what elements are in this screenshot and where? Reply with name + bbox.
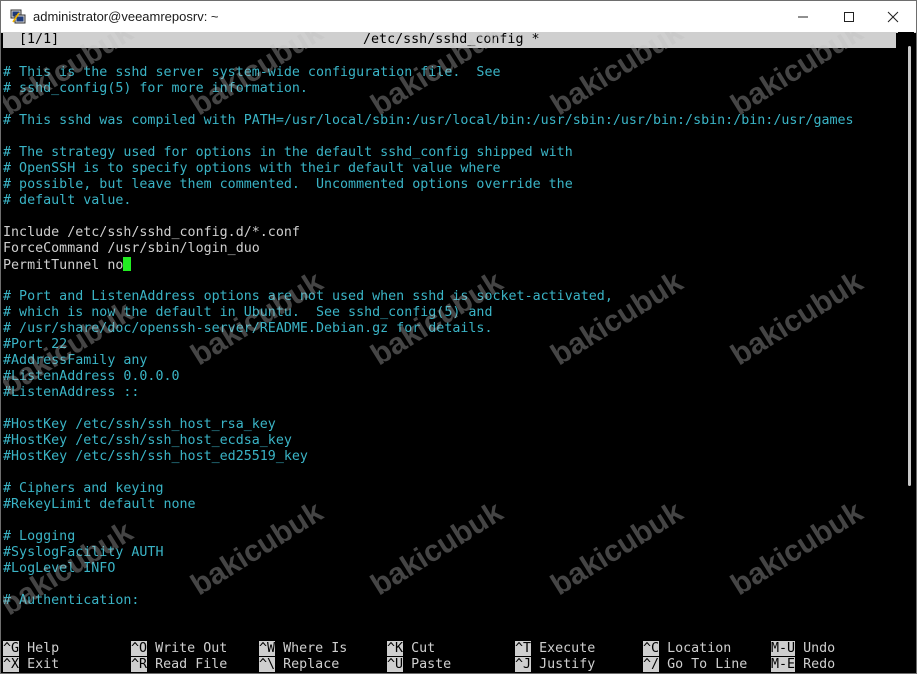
shortcut-label: Undo: [795, 641, 836, 656]
shortcut-item[interactable]: M-U Undo: [771, 641, 835, 657]
watermark: bakicubuk: [545, 495, 689, 602]
shortcut-key: ^J: [515, 657, 532, 672]
editor-line: #SyslogFacility AUTH: [3, 545, 164, 560]
shortcut-item[interactable]: ^\ Replace: [259, 657, 339, 673]
minimize-button[interactable]: [780, 1, 826, 32]
editor-line: #HostKey /etc/ssh/ssh_host_ed25519_key: [3, 449, 308, 464]
shortcut-key: M-U: [771, 641, 796, 656]
shortcut-item[interactable]: ^W Where Is: [259, 641, 347, 657]
editor-line: ForceCommand /usr/sbin/login_duo: [3, 241, 260, 256]
editor-line: #HostKey /etc/ssh/ssh_host_rsa_key: [3, 417, 276, 432]
shortcut-key: M-E: [771, 657, 796, 672]
watermark: bakicubuk: [545, 265, 689, 372]
title-bar[interactable]: administrator@veeamreposrv: ~: [1, 1, 916, 33]
editor-line: # Port and ListenAddress options are not…: [3, 289, 613, 304]
shortcut-label: Execute: [531, 641, 596, 656]
shortcut-key: ^/: [643, 657, 660, 672]
editor-line: # This sshd was compiled with PATH=/usr/…: [3, 113, 854, 128]
close-button[interactable]: [870, 1, 916, 32]
shortcut-key: ^G: [3, 641, 20, 656]
editor-line: # Ciphers and keying: [3, 481, 164, 496]
watermark: bakicubuk: [725, 265, 869, 372]
editor-line: # sshd_config(5) for more information.: [3, 81, 308, 96]
shortcut-item[interactable]: ^J Justify: [515, 657, 595, 673]
scrollbar-thumb[interactable]: [908, 46, 911, 486]
editor-line: #RekeyLimit default none: [3, 497, 196, 512]
editor-line: # Authentication:: [3, 593, 140, 608]
editor-line: Include /etc/ssh/sshd_config.d/*.conf: [3, 225, 300, 240]
shortcut-item[interactable]: ^G Help: [3, 641, 59, 657]
editor-line: # The strategy used for options in the d…: [3, 145, 573, 160]
window-title: administrator@veeamreposrv: ~: [33, 9, 219, 24]
shortcut-label: Redo: [795, 657, 836, 672]
shortcut-key: ^O: [131, 641, 148, 656]
editor-line: #ListenAddress ::: [3, 385, 140, 400]
shortcut-key: ^K: [387, 641, 404, 656]
close-icon: [887, 11, 899, 22]
terminal-area[interactable]: [1/1] /etc/ssh/sshd_config * # This is t…: [3, 32, 896, 673]
shortcut-label: Justify: [531, 657, 596, 672]
minimize-icon: [798, 16, 808, 17]
shortcut-key: ^U: [387, 657, 404, 672]
shortcut-label: Replace: [275, 657, 340, 672]
shortcut-label: Where Is: [275, 641, 348, 656]
editor-line: # which is now the default in Ubuntu. Se…: [3, 305, 493, 320]
shortcut-item[interactable]: ^U Paste: [387, 657, 451, 673]
shortcut-label: Go To Line: [659, 657, 748, 672]
editor-line: # default value.: [3, 193, 132, 208]
editor-line: # /usr/share/doc/openssh-server/README.D…: [3, 321, 493, 336]
watermark: bakicubuk: [365, 495, 509, 602]
putty-icon: [10, 9, 26, 24]
shortcut-label: Cut: [403, 641, 436, 656]
shortcut-label: Read File: [147, 657, 228, 672]
shortcut-key: ^X: [3, 657, 20, 672]
scrollbar[interactable]: [898, 32, 914, 673]
maximize-button[interactable]: [826, 1, 872, 32]
buffer-indicator: [1/1]: [19, 32, 60, 47]
shortcut-key: ^\: [259, 657, 276, 672]
nano-header-bar: [1/1] /etc/ssh/sshd_config *: [3, 32, 896, 48]
shortcut-label: Exit: [19, 657, 60, 672]
shortcut-key: ^C: [643, 641, 660, 656]
editor-line: #HostKey /etc/ssh/ssh_host_ecdsa_key: [3, 433, 292, 448]
editor-line: #Port 22: [3, 337, 68, 352]
shortcut-key: ^T: [515, 641, 532, 656]
shortcut-label: Location: [659, 641, 732, 656]
shortcut-item[interactable]: ^T Execute: [515, 641, 595, 657]
shortcut-item[interactable]: ^R Read File: [131, 657, 227, 673]
shortcut-item[interactable]: M-E Redo: [771, 657, 835, 673]
editor-line: # This is the sshd server system-wide co…: [3, 65, 501, 80]
watermark: bakicubuk: [185, 495, 329, 602]
editor-line: PermitTunnel no: [3, 257, 132, 273]
shortcut-key: ^R: [131, 657, 148, 672]
editor-line: #AddressFamily any: [3, 353, 148, 368]
shortcut-label: Paste: [403, 657, 452, 672]
shortcut-item[interactable]: ^X Exit: [3, 657, 59, 673]
shortcut-item[interactable]: ^O Write Out: [131, 641, 227, 657]
watermark: bakicubuk: [725, 495, 869, 602]
terminal-window: administrator@veeamreposrv: ~ [1/1] /etc…: [0, 0, 917, 674]
editor-line: # OpenSSH is to specify options with the…: [3, 161, 501, 176]
shortcut-label: Write Out: [147, 641, 228, 656]
file-name: /etc/ssh/sshd_config *: [363, 32, 540, 47]
text-cursor: [123, 257, 132, 271]
shortcut-item[interactable]: ^K Cut: [387, 641, 435, 657]
shortcut-item[interactable]: ^C Location: [643, 641, 731, 657]
maximize-icon: [844, 11, 854, 22]
editor-line: # possible, but leave them commented. Un…: [3, 177, 573, 192]
editor-line: # Logging: [3, 529, 76, 544]
shortcut-item[interactable]: ^/ Go To Line: [643, 657, 747, 673]
editor-line: #LogLevel INFO: [3, 561, 116, 576]
editor-line: #ListenAddress 0.0.0.0: [3, 369, 180, 384]
shortcut-label: Help: [19, 641, 60, 656]
shortcut-key: ^W: [259, 641, 276, 656]
